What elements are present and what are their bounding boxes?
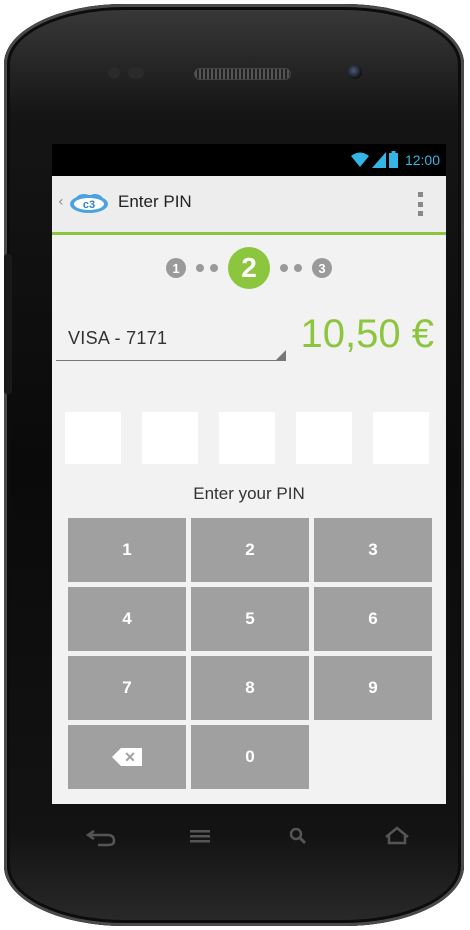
back-icon[interactable]	[84, 823, 118, 849]
pin-prompt: Enter your PIN	[193, 484, 305, 503]
key-7[interactable]: 7	[68, 656, 186, 720]
step-dots	[196, 264, 218, 272]
pin-digit-box[interactable]	[219, 412, 275, 464]
backspace-button[interactable]: ✕	[68, 725, 186, 789]
proximity-sensor	[108, 67, 120, 79]
step-3: 3	[312, 258, 332, 278]
action-bar: ‹ c3 Enter PIN	[52, 176, 446, 235]
key-6[interactable]: 6	[314, 587, 432, 651]
pin-digit-box[interactable]	[142, 412, 198, 464]
key-4[interactable]: 4	[68, 587, 186, 651]
backspace-icon: ✕	[112, 748, 142, 766]
wifi-icon	[350, 152, 369, 167]
cloud-logo-icon[interactable]: c3	[68, 192, 110, 214]
numeric-keypad: 1 2 3 4 5 6 7 8 9 ✕ 0	[68, 518, 432, 789]
svg-text:c3: c3	[83, 199, 95, 211]
key-1[interactable]: 1	[68, 518, 186, 582]
pin-digit-box[interactable]	[373, 412, 429, 464]
step-indicator: 1 2 3	[52, 247, 446, 289]
battery-icon	[388, 151, 398, 168]
pin-digit-box[interactable]	[296, 412, 352, 464]
card-selector[interactable]: VISA - 7171	[56, 320, 286, 361]
back-chevron-icon[interactable]: ‹	[58, 194, 64, 210]
step-dots	[280, 264, 302, 272]
key-0[interactable]: 0	[191, 725, 309, 789]
volume-button	[4, 254, 12, 394]
page-title: Enter PIN	[118, 192, 192, 211]
key-9[interactable]: 9	[314, 656, 432, 720]
pin-digit-box[interactable]	[65, 412, 121, 464]
light-sensor	[128, 67, 144, 79]
pin-entry-boxes	[65, 412, 429, 464]
app-screen: 12:00 ‹ c3 Enter PIN 1 2 3 VISA - 7171 1…	[52, 144, 446, 804]
dropdown-triangle-icon	[276, 350, 286, 360]
system-nav-bar	[52, 808, 446, 864]
payment-amount: 10,50 €	[300, 312, 434, 356]
home-icon[interactable]	[380, 823, 414, 849]
menu-icon[interactable]	[183, 823, 217, 849]
front-camera	[348, 65, 362, 79]
status-bar: 12:00	[52, 144, 446, 176]
step-1: 1	[166, 258, 186, 278]
key-2[interactable]: 2	[191, 518, 309, 582]
signal-icon	[371, 151, 386, 168]
search-icon[interactable]	[281, 823, 315, 849]
key-3[interactable]: 3	[314, 518, 432, 582]
key-8[interactable]: 8	[191, 656, 309, 720]
card-label: VISA - 7171	[68, 328, 168, 348]
key-5[interactable]: 5	[191, 587, 309, 651]
status-time: 12:00	[404, 151, 440, 168]
step-2-current: 2	[228, 247, 270, 289]
overflow-menu-icon[interactable]	[418, 192, 424, 216]
keypad-empty-slot	[314, 725, 432, 789]
earpiece-speaker	[194, 68, 291, 80]
